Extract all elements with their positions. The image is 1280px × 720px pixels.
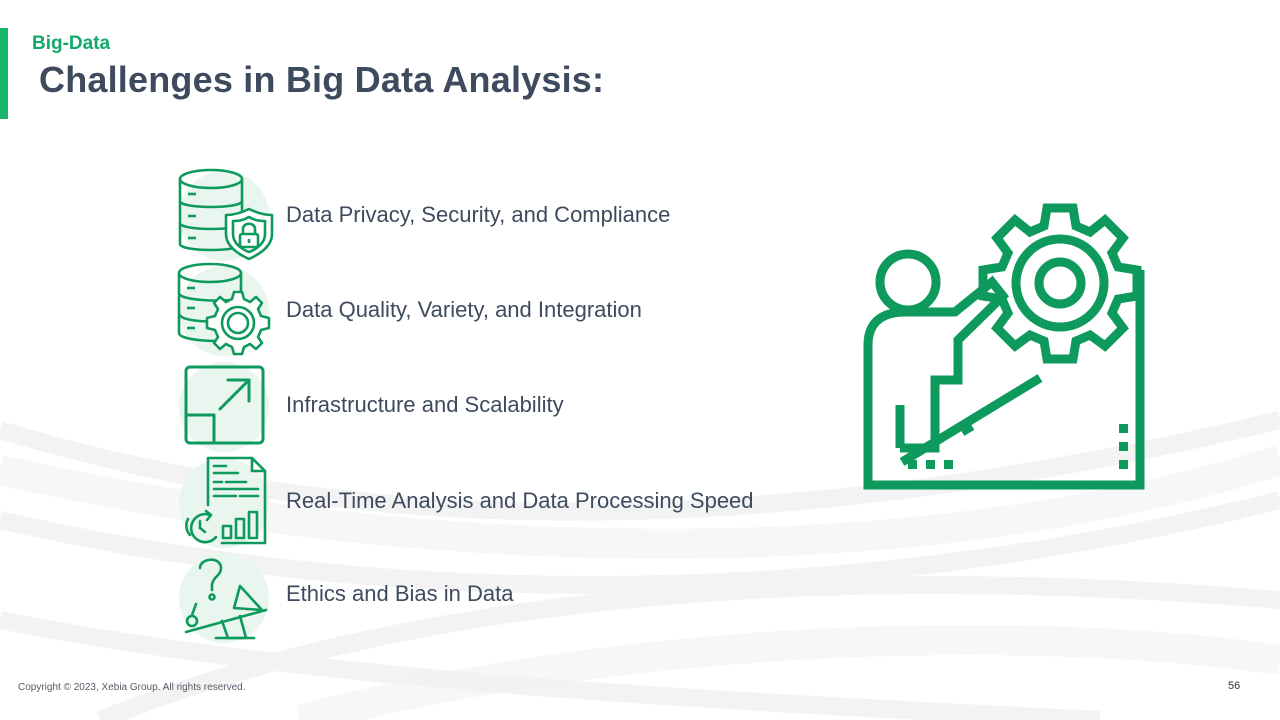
challenge-item-infrastructure: Infrastructure and Scalability [176,357,816,452]
challenge-label: Real-Time Analysis and Data Processing S… [286,488,754,513]
page-number: 56 [1228,680,1241,692]
challenge-label: Data Privacy, Security, and Compliance [286,202,671,227]
scale-arrow-icon [184,365,265,445]
slide-title: Challenges in Big Data Analysis: [39,59,605,100]
database-shield-icon [178,168,274,261]
challenge-item-realtime: Real-Time Analysis and Data Processing S… [176,453,816,548]
question-seesaw-icon [184,558,268,640]
copyright-text: Copyright © 2023, Xebia Group. All right… [18,682,246,693]
database-gear-icon [177,262,271,356]
report-chart-refresh-icon [185,456,267,545]
section-label: Big-Data [32,33,111,54]
challenge-item-privacy: Data Privacy, Security, and Compliance [176,166,816,261]
person-pushing-gear-icon [863,203,1145,490]
accent-bar [0,28,8,119]
challenge-label: Data Quality, Variety, and Integration [286,297,642,322]
challenge-item-quality: Data Quality, Variety, and Integration [176,261,816,356]
challenge-label: Ethics and Bias in Data [286,581,514,606]
challenge-label: Infrastructure and Scalability [286,392,564,417]
challenge-item-ethics: Ethics and Bias in Data [176,548,816,643]
